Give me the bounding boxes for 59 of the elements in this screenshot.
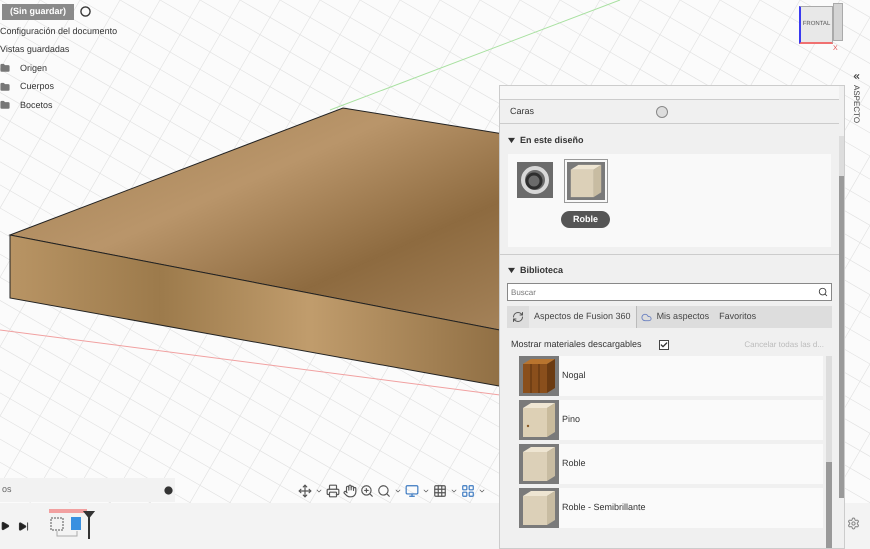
input-field[interactable] [500,86,839,100]
collapse-icon[interactable] [852,72,860,81]
wood-cube-swatch[interactable] [519,444,559,484]
browser-item[interactable]: Configuración del documento [0,24,118,38]
section-title: En este diseño [520,134,584,147]
radio-icon[interactable] [80,6,92,18]
zoom-icon[interactable] [360,484,374,498]
caret-icon[interactable] [394,487,402,495]
browser-item[interactable]: Bocetos [20,98,53,112]
material-item[interactable]: Roble [519,444,823,484]
wood-cube-swatch[interactable] [519,488,559,528]
material-name: Nogal [562,369,586,382]
settings-icon[interactable] [847,517,860,530]
material-name: Roble - Semibrillante [562,501,646,514]
section-title: Biblioteca [520,264,564,276]
material-name-badge: Roble [561,210,610,228]
checkbox-label: Mostrar materiales descargables [511,338,643,352]
library-tab[interactable]: Aspectos de Fusion 360 [529,306,637,328]
comments-label: os [2,483,12,496]
browser-item[interactable]: Vistas guardadas [0,43,118,56]
folder-icon[interactable] [0,63,10,74]
caret-icon[interactable] [450,487,458,495]
material-item[interactable]: Roble - Semibrillante [519,488,823,528]
orbit-icon[interactable] [298,484,312,498]
checkbox[interactable] [659,340,669,350]
folder-icon[interactable] [0,82,10,92]
caret-icon[interactable] [315,487,323,495]
play-icon[interactable] [0,521,10,531]
cloud-icon[interactable] [640,312,652,322]
wood-cube-swatch[interactable] [519,400,559,440]
browser-item[interactable]: Origen [20,62,48,75]
display-icon[interactable] [405,484,419,498]
expand-triangle-icon[interactable] [508,137,515,144]
wood-cube-swatch[interactable] [519,356,559,396]
scrollbar[interactable] [826,356,832,548]
search-icon[interactable] [818,287,828,297]
material-name: Pino [562,413,580,426]
browser-item[interactable]: Cuerpos [20,80,54,94]
scrollbar[interactable] [839,136,844,498]
dot-icon[interactable] [164,486,173,494]
search-field[interactable]: Buscar [507,283,832,301]
folder-icon[interactable] [0,100,10,110]
refresh-icon[interactable] [512,311,524,323]
material-item[interactable]: Pino [519,400,823,440]
search-icon[interactable] [377,484,391,498]
library-tab[interactable]: Mis aspectos [652,306,714,328]
target-label: Caras [510,104,536,118]
skip-end-icon[interactable] [18,520,29,532]
material-item[interactable]: Nogal [519,356,823,396]
selection-radio[interactable] [656,106,668,118]
material-name: Roble [562,457,586,470]
caret-icon[interactable] [422,487,430,495]
caret-icon[interactable] [478,487,486,495]
viewports-icon[interactable] [461,484,475,498]
grid-icon[interactable] [433,484,447,498]
side-tab[interactable]: ASPECTO [850,85,862,124]
library-tab[interactable]: Favoritos [714,306,762,328]
pan-icon[interactable] [343,484,357,498]
expand-triangle-icon[interactable] [508,266,515,274]
